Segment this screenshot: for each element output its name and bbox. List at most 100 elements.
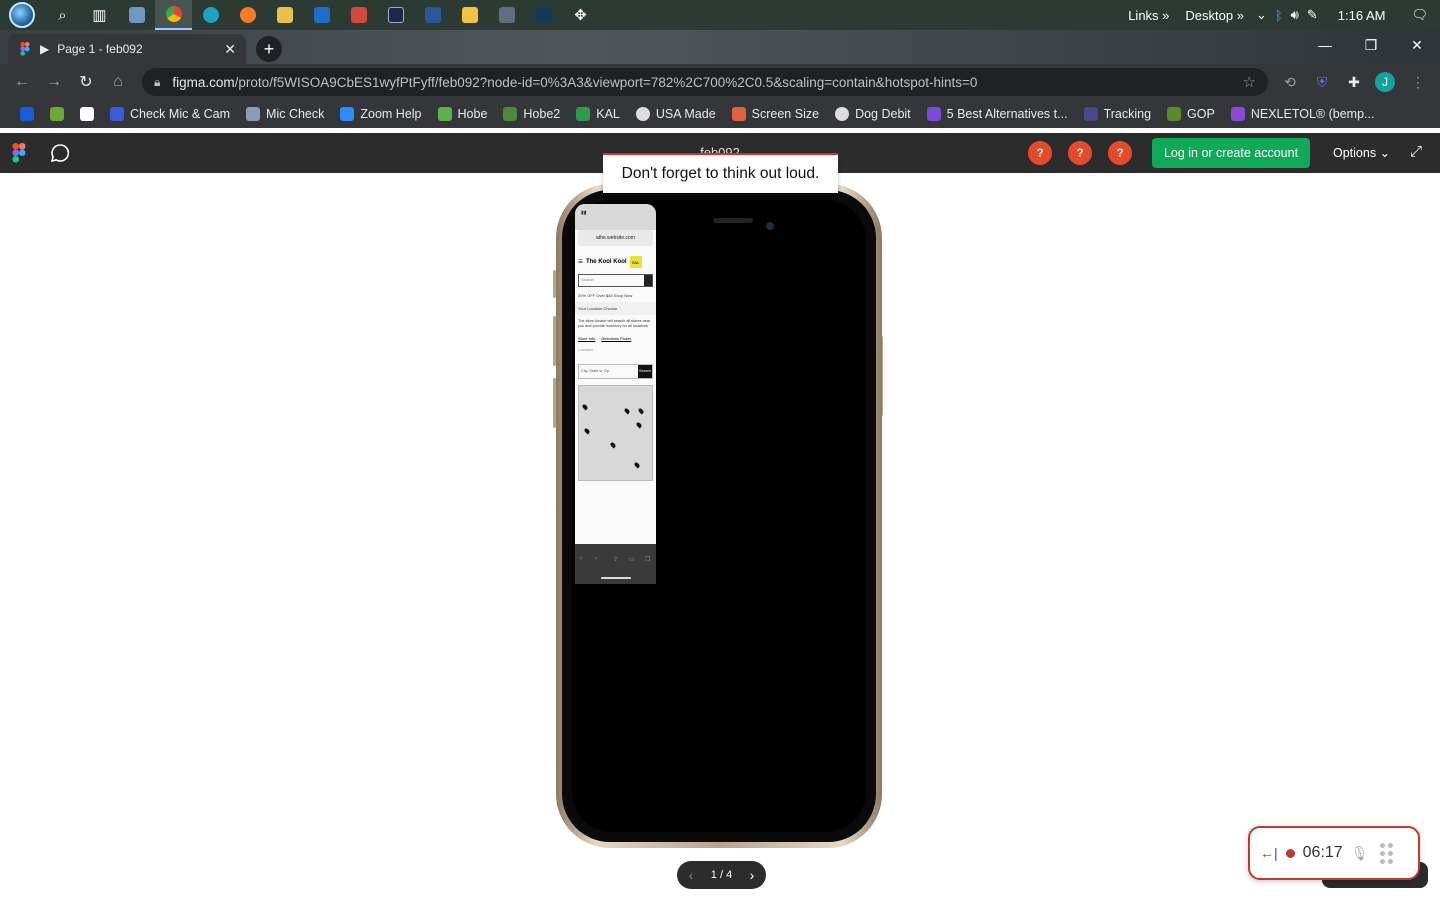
back-icon[interactable]: ← — [6, 66, 38, 98]
extensions-puzzle-icon[interactable]: ✚ — [1340, 68, 1368, 96]
links-toolbar[interactable]: Links » — [1124, 8, 1173, 23]
mini-home-indicator — [601, 577, 631, 579]
task-view-icon[interactable]: ▥ — [81, 0, 118, 30]
bitwarden-extension-icon[interactable]: ⛨ — [1308, 68, 1336, 96]
bookmark-item[interactable]: Hobe2 — [495, 102, 568, 126]
phone-speaker — [713, 218, 753, 223]
bookmark-label: Screen Size — [751, 107, 820, 121]
mini-promo: 20% OFF Over $45 Shop Now — [578, 293, 633, 298]
app-icon[interactable] — [340, 0, 377, 30]
mini-bookmarks-icon: ▭ — [629, 557, 635, 563]
prototype-frame[interactable]: ▮▮ athe.website.com ☰ The Kool Kool SAL … — [575, 204, 656, 584]
bookmark-item[interactable]: GOP — [1159, 102, 1223, 126]
home-icon[interactable]: ⌂ — [102, 66, 134, 98]
tracking-icon — [1083, 107, 1098, 121]
prototype-pager: ‹ 1 / 4 › — [677, 861, 766, 889]
windows-taskbar: ⌕ ▥ ✥ Links » Desktop » ⌄ ᛒ 🔊︎ ✎ 1:16 AM… — [0, 0, 1440, 30]
bookmark-star-icon[interactable]: ☆ — [1243, 73, 1256, 91]
reload-icon[interactable]: ↻ — [70, 66, 102, 98]
menu-kebab-icon[interactable]: ⋮ — [1404, 68, 1432, 96]
mic-check-icon — [246, 107, 261, 121]
mini-menu-icon: ☰ — [578, 259, 583, 265]
bookmark-item[interactable]: Screen Size — [724, 102, 827, 126]
login-button[interactable]: Log in or create account — [1152, 138, 1310, 168]
forward-icon[interactable]: → — [38, 66, 70, 98]
session-recorder[interactable]: ←| 06:17 🎙︎ — [1248, 826, 1420, 880]
comment-icon[interactable] — [50, 143, 70, 163]
browser-tab[interactable]: ▶ Page 1 - feb092 ✕ — [8, 34, 246, 64]
volume-icon[interactable]: 🔊︎ — [1291, 7, 1299, 23]
notifications-icon[interactable]: 🗨︎ — [1411, 7, 1428, 23]
mini-zip-label: Location — [578, 346, 594, 352]
next-frame-icon[interactable]: › — [744, 867, 760, 883]
app-icon[interactable] — [266, 0, 303, 30]
help-avatar-1[interactable]: ? — [1028, 141, 1052, 165]
chrome-icon[interactable] — [155, 0, 192, 30]
restore-icon[interactable]: ❐ — [1348, 30, 1394, 60]
word-icon[interactable] — [414, 0, 451, 30]
hobe2-icon — [503, 107, 518, 121]
ui-icon — [50, 107, 64, 121]
bookmark-item[interactable]: USA Made — [628, 102, 724, 126]
help-avatar-3[interactable]: ? — [1108, 141, 1132, 165]
figma-favicon-icon — [20, 42, 30, 56]
options-dropdown[interactable]: Options ⌄ — [1333, 145, 1390, 160]
desktop-toolbar[interactable]: Desktop » — [1181, 8, 1248, 23]
close-window-icon[interactable]: ✕ — [1394, 30, 1440, 60]
bookmark-label: 5 Best Alternatives t... — [946, 107, 1068, 121]
bookmark-item[interactable] — [12, 102, 42, 126]
bookmark-item[interactable] — [42, 102, 72, 126]
bookmark-item[interactable]: KAL — [568, 102, 628, 126]
chevron-up-icon[interactable]: ⌄ — [1256, 7, 1267, 23]
gop-icon — [1167, 107, 1182, 121]
pen-icon[interactable]: ✎ — [1307, 7, 1318, 23]
recording-dot-icon — [1285, 848, 1295, 858]
calculator-icon[interactable] — [488, 0, 525, 30]
bookmark-label: Mic Check — [266, 107, 325, 121]
app-icon[interactable]: ✥ — [562, 0, 599, 30]
file-explorer-icon[interactable] — [451, 0, 488, 30]
help-avatar-2[interactable]: ? — [1068, 141, 1092, 165]
search-icon[interactable]: ⌕ — [44, 0, 81, 30]
minimize-icon[interactable]: — — [1302, 30, 1348, 60]
address-bar[interactable]: 🔒︎ figma.com/proto/f5WISOA9CbES1wyfPtFyf… — [142, 68, 1268, 96]
mini-tabs-icon: ❐ — [645, 557, 651, 563]
fullscreen-icon[interactable]: ⤢ — [1410, 143, 1422, 160]
close-tab-icon[interactable]: ✕ — [224, 41, 236, 58]
mini-back-icon: ‹ — [580, 556, 582, 562]
bookmark-item[interactable]: Dog Debit — [827, 102, 919, 126]
bookmark-item[interactable]: NEXLETOL® (bemp... — [1223, 102, 1383, 126]
bookmark-label: GOP — [1187, 107, 1215, 121]
photos-icon[interactable] — [118, 0, 155, 30]
bookmark-item[interactable] — [72, 102, 102, 126]
bookmark-item[interactable]: 5 Best Alternatives t... — [919, 102, 1076, 126]
taskbar-clock[interactable]: 1:16 AM — [1338, 8, 1386, 23]
globe-icon — [835, 107, 850, 121]
bookmark-item[interactable]: Mic Check — [238, 102, 332, 126]
bookmark-item[interactable]: Tracking — [1076, 102, 1159, 126]
microphone-icon[interactable]: 🎙︎ — [1351, 845, 1369, 862]
start-button[interactable] — [0, 0, 44, 30]
collapse-arrow-icon[interactable]: ←| — [1260, 845, 1278, 861]
bookmark-item[interactable]: Zoom Help — [332, 102, 429, 126]
page-counter: 1 / 4 — [710, 869, 733, 881]
app-icon[interactable] — [377, 0, 414, 30]
kal-icon — [576, 107, 591, 121]
outlook-icon[interactable] — [303, 0, 340, 30]
bluetooth-icon[interactable]: ᛒ — [1275, 8, 1283, 23]
app-icon[interactable] — [525, 0, 562, 30]
extension-sync-icon[interactable]: ⟲ — [1276, 68, 1304, 96]
map-pin-icon — [637, 407, 645, 415]
figma-logo-icon[interactable] — [12, 143, 26, 163]
bookmark-item[interactable]: Hobe — [430, 102, 496, 126]
drag-handle-icon[interactable] — [1380, 842, 1394, 864]
bookmark-item[interactable]: Check Mic & Cam — [102, 102, 238, 126]
edge-icon[interactable] — [192, 0, 229, 30]
mini-url-bar: athe.website.com — [578, 230, 653, 246]
previous-frame-icon[interactable]: ‹ — [683, 867, 699, 883]
tab-title: Page 1 - feb092 — [57, 42, 143, 56]
new-tab-button[interactable]: + — [256, 36, 282, 62]
profile-avatar[interactable]: J — [1375, 72, 1395, 92]
window-controls: — ❐ ✕ — [1302, 30, 1440, 60]
firefox-icon[interactable] — [229, 0, 266, 30]
